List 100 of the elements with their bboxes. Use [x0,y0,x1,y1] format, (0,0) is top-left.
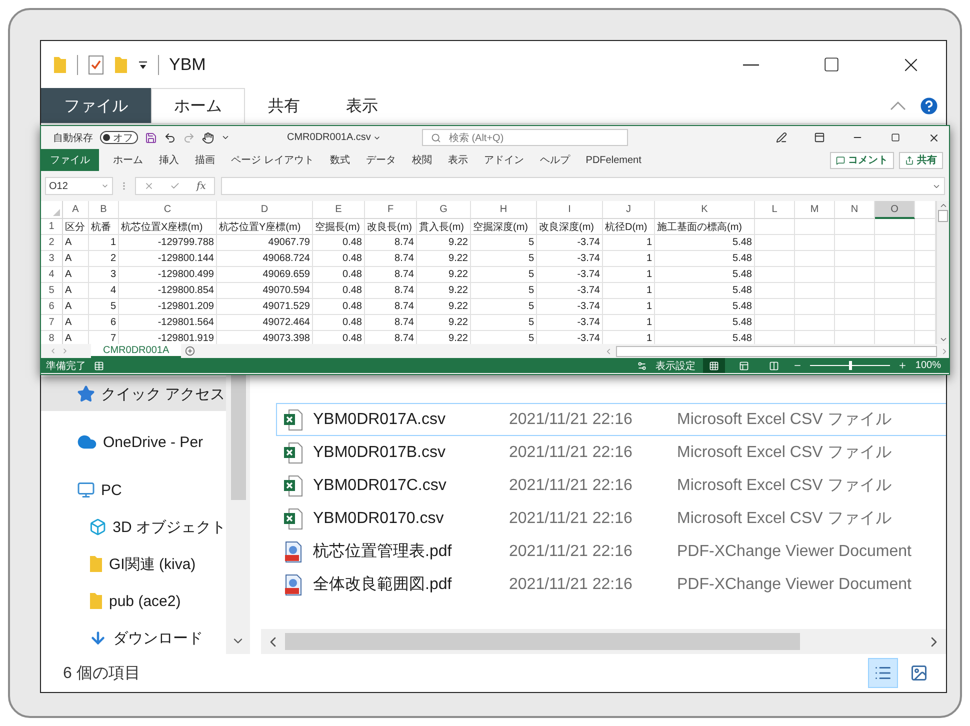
caret-icon[interactable] [221,133,230,142]
scrollbar-thumb[interactable] [938,210,948,222]
check-icon[interactable] [170,181,180,191]
file-row[interactable]: 全体改良範囲図.pdf 2021/11/21 22:16 PDF-XChange Viewer Document [276,568,946,601]
column-header[interactable]: C [119,201,217,219]
display-settings-icon[interactable] [637,360,648,370]
add-sheet-icon[interactable] [185,346,196,356]
row-header[interactable]: 1 [41,219,63,235]
column-header[interactable]: M [795,201,835,219]
ribbon-tab[interactable]: 数式 [322,149,358,171]
scrollbar-thumb[interactable] [230,375,246,500]
ribbon-tab[interactable]: 挿入 [151,149,187,171]
column-header[interactable]: I [537,201,603,219]
file-row[interactable]: YBM0DR017B.csv 2021/11/21 22:16 Microsoft Excel CSV ファイル [276,436,946,469]
row-header[interactable]: 6 [41,299,63,315]
vertical-scrollbar[interactable] [226,375,250,654]
table-icon[interactable] [94,360,104,370]
file-row[interactable]: YBM0DR017A.csv 2021/11/21 22:16 Microsoft Excel CSV ファイル [276,403,946,436]
ribbon-tab[interactable]: ホーム [151,88,245,123]
scroll-up-icon[interactable] [938,201,948,210]
undo-icon[interactable] [164,132,176,144]
column-header[interactable]: O [875,201,915,219]
details-view-icon [874,664,892,682]
file-name: YBM0DR017B.csv [313,444,446,462]
column-header[interactable]: G [417,201,471,219]
ribbon-action-button[interactable]: 共有 [899,152,943,168]
column-header[interactable]: D [217,201,313,219]
file-row[interactable]: 杭芯位置管理表.pdf 2021/11/21 22:16 PDF-XChange Viewer Document [276,535,946,568]
navigation-item[interactable]: OneDrive - Per [41,425,226,459]
ribbon-tab[interactable]: 校閲 [404,149,440,171]
display-settings-label[interactable]: 表示設定 [655,358,696,372]
row-header[interactable]: 3 [41,251,63,267]
column-header[interactable]: N [835,201,875,219]
ribbon-tab[interactable]: ページ レイアウト [223,149,322,171]
scrollbar-thumb[interactable] [285,633,800,650]
navigation-label: GI関連 (kiva) [109,554,196,574]
checkmark-document-icon[interactable] [88,54,104,74]
column-header[interactable]: K [655,201,755,219]
ribbon-tab[interactable]: PDFelement [578,149,650,171]
file-row[interactable]: YBM0DR017C.csv 2021/11/21 22:16 Microsoft Excel CSV ファイル [276,469,946,502]
table-cell: -3.74 [537,235,603,251]
formula-field[interactable] [221,177,945,195]
file-name: YBM0DR017A.csv [313,410,446,428]
sheet-tab[interactable]: CMR0DR001A [91,344,182,358]
row-header[interactable]: 2 [41,235,63,251]
column-header[interactable]: B [89,201,119,219]
ribbon-tab[interactable]: データ [358,149,404,171]
grid-icon [709,360,720,370]
ribbon-action-button[interactable]: コメント [830,152,894,168]
save-icon[interactable] [145,132,157,144]
empty-cell [755,219,795,235]
file-row[interactable]: YBM0DR0170.csv 2021/11/21 22:16 Microsoft Excel CSV ファイル [276,502,946,535]
table-cell: 1 [603,299,655,315]
scroll-down-icon[interactable] [938,335,948,344]
table-cell: 49067.79 [217,235,313,251]
ribbon-tab[interactable]: 共有 [245,88,323,123]
dropdown-icon[interactable] [138,60,148,70]
ribbon-tab[interactable]: ファイル [41,88,151,123]
empty-cell [795,219,835,235]
file-name-menu[interactable]: CMR0DR001A.csv [287,132,381,143]
autosave-toggle[interactable]: オフ [100,131,138,144]
horizontal-scrollbar[interactable] [616,346,937,356]
navigation-item[interactable]: クイック アクセス [41,377,226,411]
cancel-icon[interactable] [144,181,154,191]
horizontal-scrollbar[interactable] [261,629,946,654]
navigation-item[interactable]: ダウンロード [41,621,226,654]
column-header[interactable]: J [603,201,655,219]
ribbon-tab[interactable]: アドイン [476,149,532,171]
insert-function-button[interactable]: fx [196,180,206,192]
document-file-icon [283,574,303,596]
name-box[interactable]: O12 [45,177,113,195]
navigation-item[interactable]: 3D オブジェクト [41,510,226,544]
zoom-in-icon[interactable] [898,361,908,370]
column-header[interactable]: A [63,201,89,219]
ribbon-tab[interactable]: 表示 [323,88,401,123]
minimize-icon [743,64,759,66]
redo-icon[interactable] [183,132,195,144]
slider-thumb[interactable] [849,361,852,370]
ribbon-tab[interactable]: ヘルプ [532,149,578,171]
hand-icon[interactable] [202,132,214,144]
column-header[interactable]: F [365,201,417,219]
next-sheet-icon[interactable] [61,347,69,355]
ribbon-tab[interactable]: 描画 [187,149,223,171]
column-header[interactable]: E [313,201,365,219]
row-header[interactable]: 4 [41,267,63,283]
cube-icon [89,518,107,536]
row-header[interactable]: 5 [41,283,63,299]
navigation-item[interactable]: PC [41,473,226,507]
navigation-item[interactable]: pub (ace2) [41,584,226,618]
column-header[interactable]: L [755,201,795,219]
navigation-item[interactable]: GI関連 (kiva) [41,547,226,581]
ribbon-tab[interactable]: 表示 [440,149,476,171]
column-header[interactable]: H [471,201,537,219]
ribbon-tab[interactable]: ホーム [105,149,151,171]
previous-sheet-icon[interactable] [49,347,57,355]
table-cell: 5 [471,267,537,283]
view-button[interactable] [703,358,726,373]
empty-cell [835,219,875,235]
row-header[interactable]: 7 [41,315,63,331]
search-field[interactable]: 検索 (Alt+Q) [422,129,628,146]
